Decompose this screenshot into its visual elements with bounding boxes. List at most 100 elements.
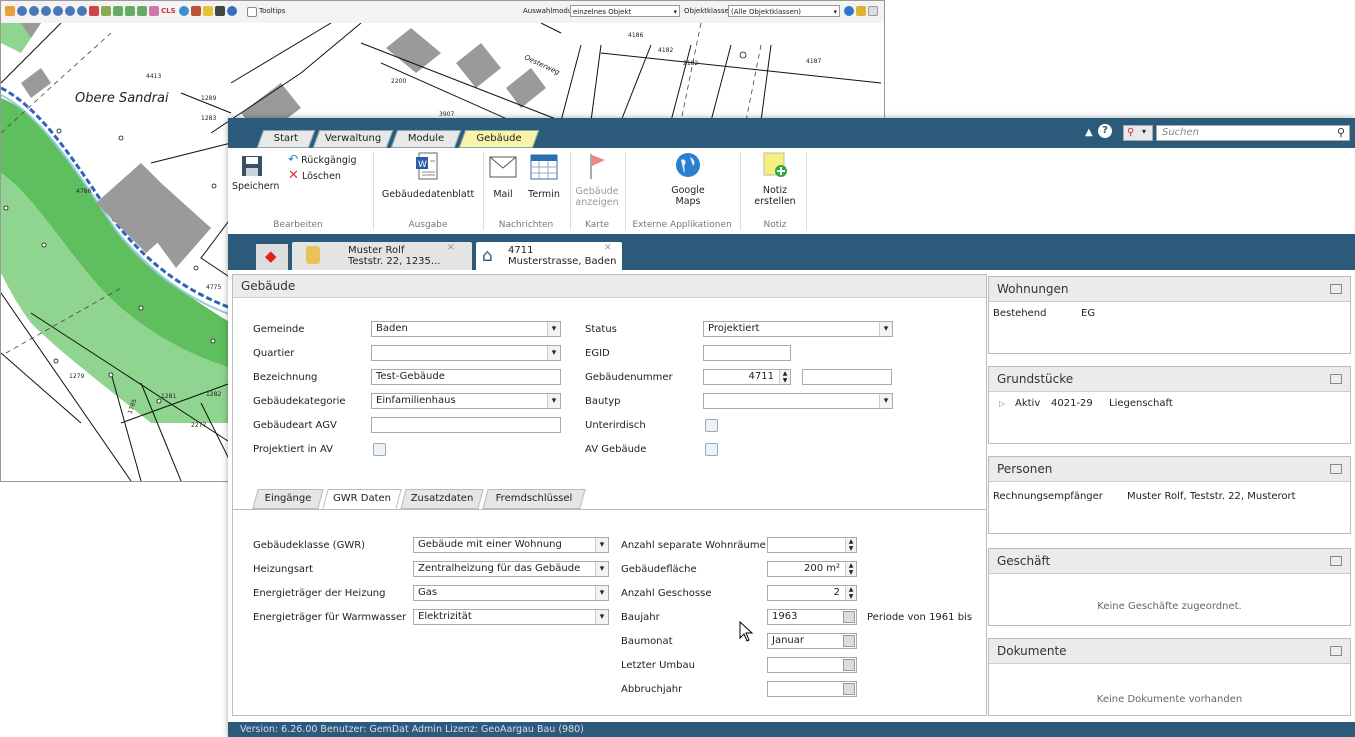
collapse-ribbon-icon[interactable]: ▲ [1085,127,1093,138]
energietraeger-heizung-select[interactable]: Gas [413,585,609,601]
close-tab-icon[interactable]: ✕ [447,243,455,253]
anzahl-wohnraeume-stepper[interactable]: ▲ ▼ [767,537,857,553]
subtab-fremdschluessel[interactable]: Fremdschlüssel [482,489,586,509]
wohnung-value[interactable]: EG [1081,308,1095,319]
gebaeudeflaeche-stepper[interactable]: 200 m² ▲ ▼ [767,561,857,577]
av-gebaeude-checkbox[interactable] [705,443,718,456]
letzter-umbau-field[interactable] [767,657,857,673]
personen-panel: Personen Rechnungsempfänger Muster Rolf,… [988,456,1351,534]
gebaeudedatenblatt-button[interactable]: W Gebäudedatenblatt [378,152,478,200]
stepper-arrows-icon[interactable]: ▲ ▼ [779,370,790,384]
grundstueck-nr[interactable]: 4021-29 [1051,398,1093,409]
tools-icon[interactable] [191,6,201,16]
baumonat-field[interactable]: Januar [767,633,857,649]
zoom-in-icon[interactable] [17,6,27,16]
open-icon[interactable] [5,6,15,16]
stepper-arrows-icon[interactable]: ▲ ▼ [845,562,856,576]
projektiert-in-av-checkbox[interactable] [373,443,386,456]
document-tab-person[interactable]: Muster Rolf Teststr. 22, 1235... ✕ [292,242,472,270]
close-tab-icon[interactable]: ✕ [604,243,612,253]
home-tab[interactable]: ◆ [256,244,288,270]
globe-icon[interactable] [179,6,189,16]
heizungsart-select[interactable]: Zentralheizung für das Gebäude [413,561,609,577]
gebaeudenummer-stepper[interactable]: 4711 ▲ ▼ [703,369,791,385]
user-icon[interactable] [856,6,866,16]
search-icon[interactable]: ⚲ [1337,126,1345,139]
gebaeudekategorie-select[interactable]: Einfamilienhaus [371,393,561,409]
calendar-icon[interactable] [843,635,855,647]
help-icon[interactable]: ? [1098,124,1112,138]
subtab-eingaenge[interactable]: Eingänge [252,489,324,509]
egid-field[interactable] [703,345,791,361]
gebaeudenummer-zusatz-field[interactable] [802,369,892,385]
subtab-gwr-daten[interactable]: GWR Daten [322,489,402,509]
quartier-select[interactable] [371,345,561,361]
unterirdisch-checkbox[interactable] [705,419,718,432]
document-tab-gebaeude[interactable]: ⌂ 4711 Musterstrasse, Baden ✕ [476,242,622,270]
tab-verwaltung[interactable]: Verwaltung [312,130,394,148]
tab-title: Muster Rolf [348,245,405,256]
minimize-icon[interactable] [1330,374,1342,384]
gebaeudeklasse-select[interactable]: Gebäude mit einer Wohnung [413,537,609,553]
minimize-icon[interactable] [1330,556,1342,566]
zoom-window-icon[interactable] [41,6,51,16]
splitter-handle[interactable]: ‖ [985,488,990,499]
help-icon[interactable] [227,6,237,16]
print-icon[interactable] [215,6,225,16]
save-button[interactable]: Speichern [232,154,279,192]
calendar-icon[interactable] [843,611,855,623]
tab-start[interactable]: Start [256,130,316,148]
search-input[interactable]: Suchen ⚲ [1156,125,1350,141]
energietraeger-warmwasser-select[interactable]: Elektrizität [413,609,609,625]
zoom-prev-icon[interactable] [65,6,75,16]
info-icon[interactable] [844,6,854,16]
stepper-arrows-icon[interactable]: ▲ ▼ [845,538,856,552]
tab-subtitle: Musterstrasse, Baden [508,256,617,267]
tab-gebaeude[interactable]: Gebäude [458,130,540,148]
stepper-arrows-icon[interactable]: ▲ ▼ [845,586,856,600]
zoom-next-icon[interactable] [77,6,87,16]
gebaeudeart-agv-field[interactable] [371,417,561,433]
grid-icon[interactable] [137,6,147,16]
list-icon[interactable] [868,6,878,16]
minimize-icon[interactable] [1330,464,1342,474]
gemeinde-select[interactable]: Baden [371,321,561,337]
termin-button[interactable]: Termin [524,152,564,200]
pan-icon[interactable] [125,6,135,16]
highlight-icon[interactable] [203,6,213,16]
person-role: Rechnungsempfänger [993,491,1103,502]
undo-button[interactable]: ↶ Rückgängig [288,153,357,166]
calendar-icon[interactable] [843,683,855,695]
person-link[interactable]: Muster Rolf, Teststr. 22, Musterort [1127,491,1296,502]
tab-module[interactable]: Module [390,130,462,148]
notiz-erstellen-button[interactable]: Notiz erstellen [750,152,800,207]
search-scope-dropdown[interactable]: ⚲ ▾ [1123,125,1153,141]
zoom-out-icon[interactable] [29,6,39,16]
bezeichnung-field[interactable]: Test-Gebäude [371,369,561,385]
baujahr-field[interactable]: 1963 [767,609,857,625]
anzahl-geschosse-stepper[interactable]: 2 ▲ ▼ [767,585,857,601]
bautyp-select[interactable] [703,393,893,409]
cls-label[interactable]: CLS [161,7,176,15]
calendar-icon[interactable] [843,659,855,671]
delete-button[interactable]: ✕ Löschen [288,169,341,182]
expand-icon[interactable]: ▷ [999,399,1005,408]
minimize-icon[interactable] [1330,646,1342,656]
panel-header: Gebäude [233,275,986,298]
objektklasse-select[interactable]: (Alle Objektklassen) ▾ [728,5,840,17]
undo-icon[interactable] [89,6,99,16]
select-icon[interactable] [101,6,111,16]
subtab-zusatzdaten[interactable]: Zusatzdaten [400,489,484,509]
measure-icon[interactable] [113,6,123,16]
auswahlmodus-select[interactable]: einzelnes Objekt ▾ [570,5,680,17]
google-maps-button[interactable]: Google Maps [638,152,738,207]
tooltips-checkbox[interactable] [247,7,257,17]
status-select[interactable]: Projektiert [703,321,893,337]
mail-button[interactable]: Mail [486,156,520,200]
zoom-full-icon[interactable] [53,6,63,16]
minimize-icon[interactable] [1330,284,1342,294]
layers-icon[interactable] [149,6,159,16]
gebaeude-anzeigen-button[interactable]: Gebäude anzeigen [572,152,622,208]
abbruchjahr-field[interactable] [767,681,857,697]
document-tab-bar: ◆ Muster Rolf Teststr. 22, 1235... ✕ ⌂ 4… [228,234,1355,270]
